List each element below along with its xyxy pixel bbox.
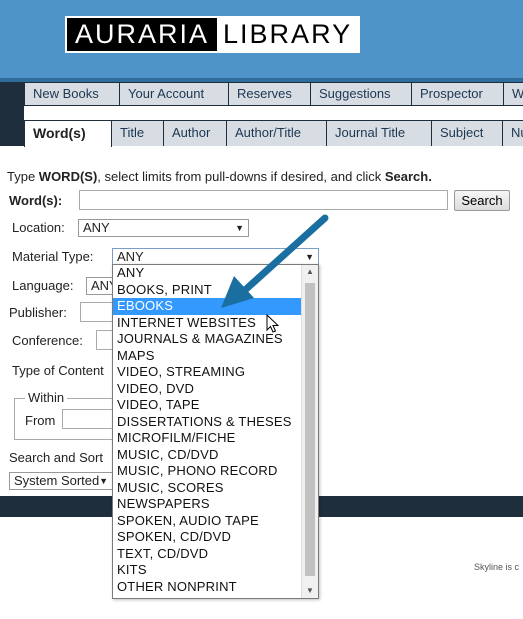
library-logo[interactable]: AURARIA LIBRARY <box>65 16 361 53</box>
sort-label: Search and Sort <box>9 450 103 465</box>
from-year-input[interactable] <box>62 409 114 429</box>
option-internet-websites[interactable]: INTERNET WEBSITES <box>113 315 318 332</box>
tab-prospector[interactable]: Prospector <box>411 82 504 106</box>
logo-word-library: LIBRARY <box>217 18 359 51</box>
option-kits[interactable]: KITS <box>113 562 318 579</box>
option-music-scores[interactable]: MUSIC, SCORES <box>113 480 318 497</box>
tab-author[interactable]: Author <box>163 120 227 146</box>
publisher-input[interactable] <box>80 302 114 322</box>
option-ebooks[interactable]: EBOOKS <box>113 298 301 315</box>
search-tabs-corner <box>0 106 24 146</box>
option-maps[interactable]: MAPS <box>113 348 318 365</box>
option-dissertations-theses[interactable]: DISSERTATIONS & THESES <box>113 414 318 431</box>
tab-author-title[interactable]: Author/Title <box>226 120 327 146</box>
material-type-dropdown-list[interactable]: ANY BOOKS, PRINT EBOOKS INTERNET WEBSITE… <box>112 264 319 599</box>
words-search-input[interactable] <box>79 190 448 210</box>
location-select[interactable]: ANY ▼ <box>78 219 249 237</box>
option-microfilm-fiche[interactable]: MICROFILM/FICHE <box>113 430 318 447</box>
scrollbar-thumb[interactable] <box>305 283 315 576</box>
option-spoken-cd-dvd[interactable]: SPOKEN, CD/DVD <box>113 529 318 546</box>
tab-journal-title[interactable]: Journal Title <box>326 120 432 146</box>
tab-suggestions[interactable]: Suggestions <box>310 82 412 106</box>
tab-words[interactable]: Word(s) <box>24 120 112 147</box>
option-music-phono-record[interactable]: MUSIC, PHONO RECORD <box>113 463 318 480</box>
option-other-nonprint[interactable]: OTHER NONPRINT <box>113 579 318 596</box>
chevron-down-icon: ▼ <box>99 476 108 486</box>
chevron-down-icon: ▼ <box>235 223 244 233</box>
option-spoken-audio-tape[interactable]: SPOKEN, AUDIO TAPE <box>113 513 318 530</box>
tab-new-books[interactable]: New Books <box>24 82 120 106</box>
option-video-streaming[interactable]: VIDEO, STREAMING <box>113 364 318 381</box>
location-label: Location: <box>12 220 65 235</box>
sort-select[interactable]: System Sorted ▼ <box>9 472 113 490</box>
dropdown-scrollbar[interactable]: ▲ ▼ <box>301 265 318 598</box>
option-text-cd-dvd[interactable]: TEXT, CD/DVD <box>113 546 318 563</box>
language-label: Language: <box>12 278 74 293</box>
tab-number[interactable]: Nu <box>502 120 523 146</box>
content-type-label: Type of Content <box>12 363 104 378</box>
option-music-cd-dvd[interactable]: MUSIC, CD/DVD <box>113 447 318 464</box>
footer-text: Skyline is c <box>474 562 520 572</box>
tab-reserves[interactable]: Reserves <box>228 82 311 106</box>
material-type-label: Material Type: <box>12 249 94 264</box>
logo-word-auraria: AURARIA <box>67 18 218 51</box>
tab-overflow[interactable]: W <box>503 82 523 106</box>
publisher-label: Publisher: <box>9 305 67 320</box>
search-instructions: Type WORD(S), select limits from pull-do… <box>7 169 432 184</box>
tab-subject[interactable]: Subject <box>431 120 503 146</box>
from-label: From <box>25 413 56 428</box>
option-books-print[interactable]: BOOKS, PRINT <box>113 282 318 299</box>
option-journals-magazines[interactable]: JOURNALS & MAGAZINES <box>113 331 318 348</box>
words-label: Word(s): <box>9 193 63 208</box>
chevron-down-icon: ▼ <box>305 252 314 262</box>
conference-label: Conference: <box>12 333 83 348</box>
search-button[interactable]: Search <box>454 190 510 211</box>
tab-your-account[interactable]: Your Account <box>119 82 229 106</box>
mouse-pointer-icon <box>266 314 280 333</box>
option-video-tape[interactable]: VIDEO, TAPE <box>113 397 318 414</box>
within-legend: Within <box>25 390 68 405</box>
scroll-down-icon[interactable]: ▼ <box>302 584 318 598</box>
option-any[interactable]: ANY <box>113 265 318 282</box>
option-newspapers[interactable]: NEWSPAPERS <box>113 496 318 513</box>
tab-title[interactable]: Title <box>111 120 164 146</box>
dropdown-options: ANY BOOKS, PRINT EBOOKS INTERNET WEBSITE… <box>113 265 318 595</box>
scroll-up-icon[interactable]: ▲ <box>302 265 318 279</box>
option-video-dvd[interactable]: VIDEO, DVD <box>113 381 318 398</box>
